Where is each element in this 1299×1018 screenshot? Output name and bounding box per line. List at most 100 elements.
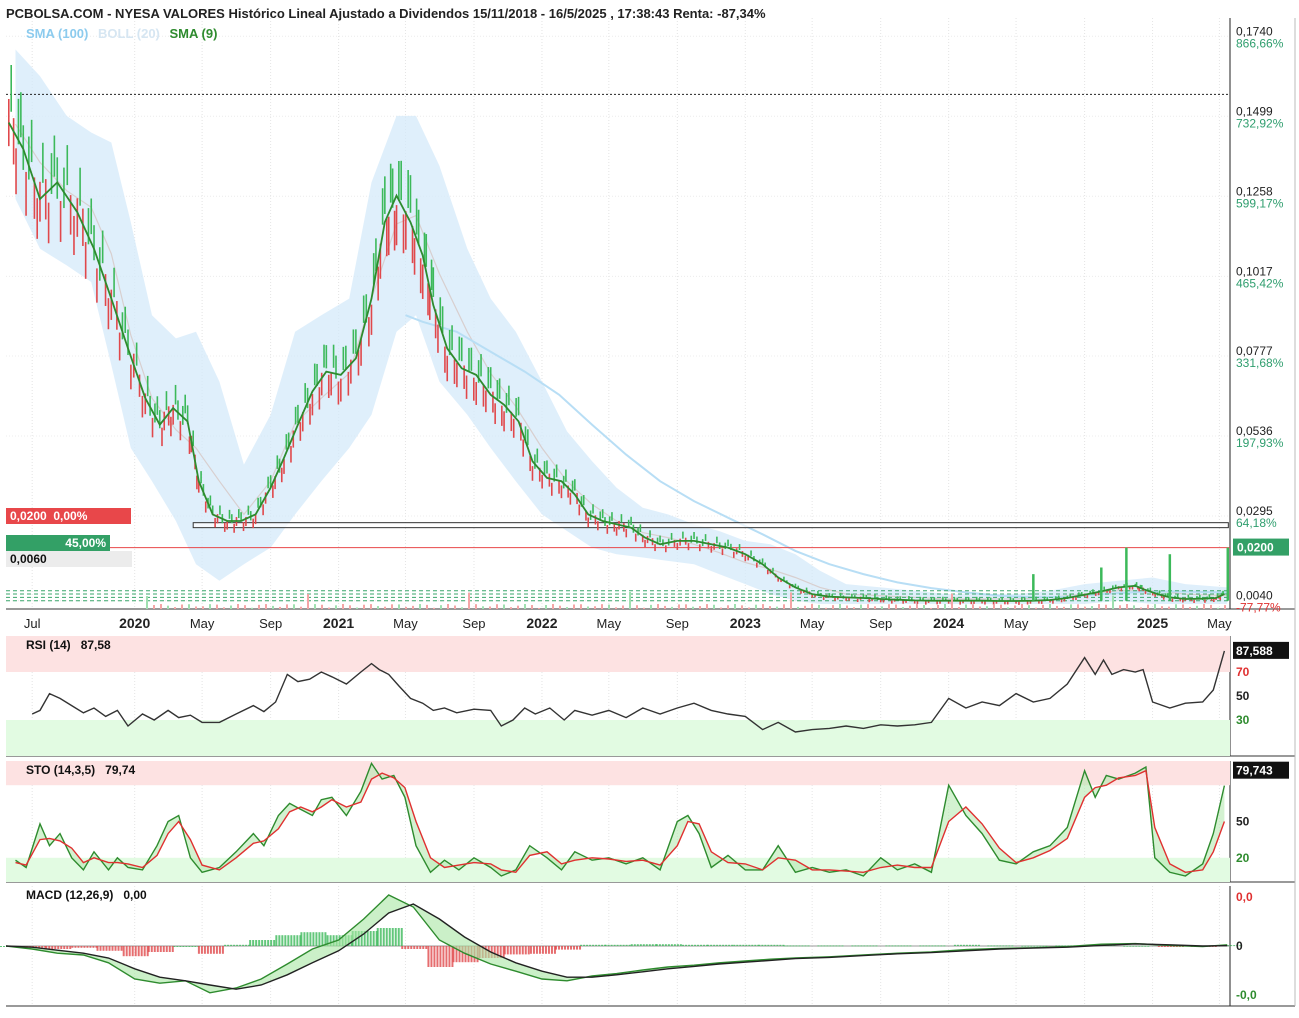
pct-axis-label: 866,66% — [1236, 36, 1284, 50]
volume-bar — [342, 604, 344, 609]
macd-histogram-bar — [125, 946, 128, 957]
volume-bar — [748, 607, 750, 609]
macd-histogram-bar — [89, 946, 92, 948]
macd-histogram-bar — [264, 940, 267, 946]
macd-histogram-bar — [959, 944, 962, 946]
volume-bar — [860, 604, 862, 609]
macd-histogram-bar — [105, 946, 108, 951]
macd-histogram-bar — [977, 944, 980, 946]
macd-histogram-bar — [642, 944, 645, 946]
macd-histogram-bar — [968, 944, 971, 946]
macd-histogram-bar — [168, 946, 171, 952]
volume-bar — [1182, 604, 1184, 609]
macd-histogram-bar — [400, 928, 403, 946]
macd-histogram-bar — [290, 935, 293, 946]
macd-histogram-bar — [829, 945, 832, 947]
macd-histogram-bar — [798, 945, 801, 947]
macd-histogram-bar — [999, 945, 1002, 947]
volume-bar — [300, 606, 302, 609]
macd-histogram-bar — [51, 946, 54, 949]
volume-bar — [195, 606, 197, 609]
macd-histogram-bar — [888, 945, 891, 947]
macd-histogram-bar — [252, 940, 255, 946]
sto-level-label: 20 — [1236, 851, 1250, 865]
volume-bar — [1070, 604, 1072, 609]
macd-histogram-bar — [770, 944, 773, 946]
macd-histogram-bar — [287, 935, 290, 946]
macd-histogram-bar — [783, 945, 786, 947]
macd-histogram-bar — [407, 946, 410, 949]
macd-histogram-bar — [1160, 946, 1163, 947]
volume-bar — [1189, 606, 1191, 609]
macd-histogram-bar — [111, 946, 114, 951]
volume-bar — [286, 604, 288, 609]
macd-histogram-bar — [676, 944, 679, 946]
macd-histogram-bar — [203, 946, 206, 954]
macd-histogram-bar — [321, 932, 324, 946]
macd-histogram-bar — [719, 944, 722, 946]
macd-histogram-bar — [707, 944, 710, 946]
volume-bar — [1161, 606, 1163, 609]
macd-histogram-bar — [278, 935, 281, 946]
legend-sma9[interactable]: SMA (9) — [170, 26, 218, 41]
macd-histogram-bar — [372, 931, 375, 946]
volume-bar — [839, 604, 841, 609]
macd-histogram-bar — [215, 946, 218, 954]
macd-histogram-bar — [595, 944, 598, 946]
macd-histogram-bar — [931, 945, 934, 947]
volume-bar — [664, 605, 666, 609]
macd-histogram-bar — [162, 946, 165, 952]
volume-bar — [615, 607, 617, 609]
macd-histogram-bar — [296, 935, 299, 946]
volume-bar — [930, 607, 932, 609]
macd-histogram-bar — [555, 946, 558, 950]
macd-histogram-bar — [182, 946, 185, 947]
pct-axis-label: -77,77% — [1236, 601, 1281, 615]
sto-label: STO (14,3,5) — [26, 763, 96, 777]
left-low-tag: 0,0060 — [6, 551, 132, 567]
legend-sma100[interactable]: SMA (100) — [26, 26, 88, 41]
macd-histogram-bar — [1147, 945, 1150, 947]
macd-histogram-bar — [92, 946, 95, 948]
macd-histogram-bar — [179, 946, 182, 947]
pct-axis-label: 465,42% — [1236, 276, 1284, 290]
volume-bar — [986, 606, 988, 609]
volume-bar — [517, 605, 519, 609]
macd-histogram-bar — [245, 944, 248, 946]
volume-bar — [419, 604, 421, 609]
volume-bar — [951, 593, 953, 609]
volume-bar — [447, 604, 449, 609]
macd-histogram-bar — [200, 946, 203, 954]
macd-histogram-bar — [445, 946, 448, 967]
macd-histogram-bar — [745, 944, 748, 946]
volume-bar — [720, 607, 722, 609]
macd-histogram-bar — [242, 944, 245, 946]
legend-boll[interactable]: BOLL (20) — [98, 26, 160, 41]
macd-histogram-bar — [953, 944, 956, 946]
macd-histogram-bar — [306, 932, 309, 946]
macd-histogram-bar — [651, 944, 654, 946]
macd-histogram-bar — [506, 946, 509, 955]
macd-histogram-bar — [613, 944, 616, 946]
sto-panel-label: STO (14,3,5) 79,74 — [26, 763, 135, 777]
macd-histogram-bar — [779, 944, 782, 946]
left-price-tag-price: 0,0200 — [10, 509, 47, 523]
macd-histogram-bar — [185, 946, 188, 947]
volume-bar — [1063, 606, 1065, 609]
macd-histogram-bar — [66, 946, 69, 949]
macd-histogram-bar — [891, 945, 894, 947]
volume-bar — [629, 592, 631, 609]
macd-histogram-bar — [604, 944, 607, 946]
macd-histogram-bar — [218, 946, 221, 954]
macd-level-label: 0 — [1236, 939, 1243, 953]
macd-histogram-bar — [586, 944, 589, 946]
macd-histogram-bar — [589, 944, 592, 946]
macd-histogram-bar — [1008, 945, 1011, 947]
time-tick-label: 2020 — [119, 615, 150, 631]
macd-histogram-bar — [619, 944, 622, 946]
macd-histogram-bar — [639, 944, 642, 946]
macd-histogram-bar — [114, 946, 117, 951]
volume-bar — [209, 604, 211, 609]
macd-histogram-bar — [1011, 945, 1014, 947]
macd-histogram-bar — [376, 928, 379, 946]
